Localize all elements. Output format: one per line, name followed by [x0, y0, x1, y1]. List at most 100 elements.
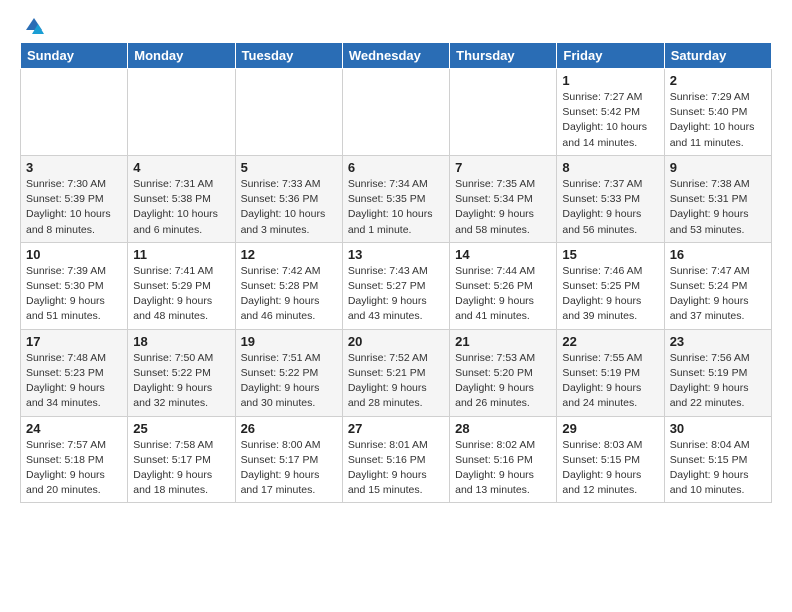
day-info: Sunrise: 7:47 AM Sunset: 5:24 PM Dayligh… [670, 264, 766, 325]
day-info: Sunrise: 7:38 AM Sunset: 5:31 PM Dayligh… [670, 177, 766, 238]
calendar-cell: 15 Sunrise: 7:46 AM Sunset: 5:25 PM Dayli… [557, 242, 664, 329]
calendar-cell [21, 69, 128, 156]
calendar-day-header: Saturday [664, 43, 771, 69]
day-info: Sunrise: 7:29 AM Sunset: 5:40 PM Dayligh… [670, 90, 766, 151]
calendar-cell: 19 Sunrise: 7:51 AM Sunset: 5:22 PM Dayli… [235, 329, 342, 416]
day-info: Sunrise: 7:44 AM Sunset: 5:26 PM Dayligh… [455, 264, 551, 325]
day-info: Sunrise: 7:55 AM Sunset: 5:19 PM Dayligh… [562, 351, 658, 412]
logo-icon [24, 16, 44, 36]
logo [20, 16, 44, 32]
day-number: 28 [455, 421, 551, 436]
day-info: Sunrise: 7:57 AM Sunset: 5:18 PM Dayligh… [26, 438, 122, 499]
calendar-cell: 21 Sunrise: 7:53 AM Sunset: 5:20 PM Dayli… [450, 329, 557, 416]
calendar-cell: 4Sunrise: 7:31 AM Sunset: 5:38 PM Daylig… [128, 155, 235, 242]
day-info: Sunrise: 7:53 AM Sunset: 5:20 PM Dayligh… [455, 351, 551, 412]
calendar-cell [450, 69, 557, 156]
calendar-cell: 29Sunrise: 8:03 AM Sunset: 5:15 PM Dayli… [557, 416, 664, 503]
day-info: Sunrise: 7:51 AM Sunset: 5:22 PM Dayligh… [241, 351, 337, 412]
day-info: Sunrise: 7:27 AM Sunset: 5:42 PM Dayligh… [562, 90, 658, 151]
day-number: 9 [670, 160, 766, 175]
day-info: Sunrise: 8:02 AM Sunset: 5:16 PM Dayligh… [455, 438, 551, 499]
day-info: Sunrise: 7:56 AM Sunset: 5:19 PM Dayligh… [670, 351, 766, 412]
day-info: Sunrise: 8:03 AM Sunset: 5:15 PM Dayligh… [562, 438, 658, 499]
calendar-cell: 30 Sunrise: 8:04 AM Sunset: 5:15 PM Dayli… [664, 416, 771, 503]
calendar-cell [128, 69, 235, 156]
calendar-cell: 27Sunrise: 8:01 AM Sunset: 5:16 PM Dayli… [342, 416, 449, 503]
day-info: Sunrise: 7:58 AM Sunset: 5:17 PM Dayligh… [133, 438, 229, 499]
day-number: 17 [26, 334, 122, 349]
calendar-cell: 7 Sunrise: 7:35 AM Sunset: 5:34 PM Daylig… [450, 155, 557, 242]
calendar-day-header: Thursday [450, 43, 557, 69]
day-number: 11 [133, 247, 229, 262]
day-info: Sunrise: 7:33 AM Sunset: 5:36 PM Dayligh… [241, 177, 337, 238]
day-number: 14 [455, 247, 551, 262]
calendar-cell: 28 Sunrise: 8:02 AM Sunset: 5:16 PM Dayli… [450, 416, 557, 503]
day-info: Sunrise: 8:00 AM Sunset: 5:17 PM Dayligh… [241, 438, 337, 499]
day-number: 24 [26, 421, 122, 436]
calendar-week-row: 24 Sunrise: 7:57 AM Sunset: 5:18 PM Dayli… [21, 416, 772, 503]
day-number: 25 [133, 421, 229, 436]
calendar-cell: 16 Sunrise: 7:47 AM Sunset: 5:24 PM Dayli… [664, 242, 771, 329]
day-info: Sunrise: 8:01 AM Sunset: 5:16 PM Dayligh… [348, 438, 444, 499]
calendar-day-header: Monday [128, 43, 235, 69]
day-number: 7 [455, 160, 551, 175]
day-number: 8 [562, 160, 658, 175]
day-info: Sunrise: 7:46 AM Sunset: 5:25 PM Dayligh… [562, 264, 658, 325]
calendar-week-row: 3Sunrise: 7:30 AM Sunset: 5:39 PM Daylig… [21, 155, 772, 242]
day-info: Sunrise: 7:43 AM Sunset: 5:27 PM Dayligh… [348, 264, 444, 325]
day-info: Sunrise: 8:04 AM Sunset: 5:15 PM Dayligh… [670, 438, 766, 499]
day-number: 18 [133, 334, 229, 349]
calendar-day-header: Tuesday [235, 43, 342, 69]
calendar-cell: 24 Sunrise: 7:57 AM Sunset: 5:18 PM Dayli… [21, 416, 128, 503]
day-number: 22 [562, 334, 658, 349]
day-number: 30 [670, 421, 766, 436]
calendar-day-header: Friday [557, 43, 664, 69]
calendar-cell: 5 Sunrise: 7:33 AM Sunset: 5:36 PM Daylig… [235, 155, 342, 242]
calendar-cell: 9 Sunrise: 7:38 AM Sunset: 5:31 PM Daylig… [664, 155, 771, 242]
day-number: 2 [670, 73, 766, 88]
day-number: 15 [562, 247, 658, 262]
day-number: 21 [455, 334, 551, 349]
calendar-cell: 3Sunrise: 7:30 AM Sunset: 5:39 PM Daylig… [21, 155, 128, 242]
calendar-cell: 26 Sunrise: 8:00 AM Sunset: 5:17 PM Dayli… [235, 416, 342, 503]
page-header [20, 16, 772, 32]
day-number: 10 [26, 247, 122, 262]
day-info: Sunrise: 7:50 AM Sunset: 5:22 PM Dayligh… [133, 351, 229, 412]
day-number: 3 [26, 160, 122, 175]
calendar-cell: 10 Sunrise: 7:39 AM Sunset: 5:30 PM Dayli… [21, 242, 128, 329]
day-info: Sunrise: 7:42 AM Sunset: 5:28 PM Dayligh… [241, 264, 337, 325]
calendar-cell: 25 Sunrise: 7:58 AM Sunset: 5:17 PM Dayli… [128, 416, 235, 503]
calendar-cell [342, 69, 449, 156]
calendar-day-header: Wednesday [342, 43, 449, 69]
calendar-week-row: 1Sunrise: 7:27 AM Sunset: 5:42 PM Daylig… [21, 69, 772, 156]
day-number: 16 [670, 247, 766, 262]
calendar-header-row: SundayMondayTuesdayWednesdayThursdayFrid… [21, 43, 772, 69]
calendar-cell: 14 Sunrise: 7:44 AM Sunset: 5:26 PM Dayli… [450, 242, 557, 329]
calendar-cell: 20 Sunrise: 7:52 AM Sunset: 5:21 PM Dayli… [342, 329, 449, 416]
day-number: 5 [241, 160, 337, 175]
calendar-cell: 17Sunrise: 7:48 AM Sunset: 5:23 PM Dayli… [21, 329, 128, 416]
calendar-table: SundayMondayTuesdayWednesdayThursdayFrid… [20, 42, 772, 503]
day-info: Sunrise: 7:34 AM Sunset: 5:35 PM Dayligh… [348, 177, 444, 238]
day-number: 26 [241, 421, 337, 436]
calendar-cell [235, 69, 342, 156]
day-info: Sunrise: 7:35 AM Sunset: 5:34 PM Dayligh… [455, 177, 551, 238]
day-info: Sunrise: 7:31 AM Sunset: 5:38 PM Dayligh… [133, 177, 229, 238]
calendar-cell: 22 Sunrise: 7:55 AM Sunset: 5:19 PM Dayli… [557, 329, 664, 416]
calendar-cell: 18 Sunrise: 7:50 AM Sunset: 5:22 PM Dayli… [128, 329, 235, 416]
day-number: 19 [241, 334, 337, 349]
calendar-cell: 12Sunrise: 7:42 AM Sunset: 5:28 PM Dayli… [235, 242, 342, 329]
calendar-cell: 11 Sunrise: 7:41 AM Sunset: 5:29 PM Dayli… [128, 242, 235, 329]
day-number: 13 [348, 247, 444, 262]
calendar-cell: 1Sunrise: 7:27 AM Sunset: 5:42 PM Daylig… [557, 69, 664, 156]
day-number: 6 [348, 160, 444, 175]
calendar-cell: 8 Sunrise: 7:37 AM Sunset: 5:33 PM Daylig… [557, 155, 664, 242]
day-number: 23 [670, 334, 766, 349]
day-number: 20 [348, 334, 444, 349]
day-info: Sunrise: 7:52 AM Sunset: 5:21 PM Dayligh… [348, 351, 444, 412]
day-info: Sunrise: 7:39 AM Sunset: 5:30 PM Dayligh… [26, 264, 122, 325]
day-info: Sunrise: 7:41 AM Sunset: 5:29 PM Dayligh… [133, 264, 229, 325]
calendar-cell: 6 Sunrise: 7:34 AM Sunset: 5:35 PM Daylig… [342, 155, 449, 242]
day-info: Sunrise: 7:37 AM Sunset: 5:33 PM Dayligh… [562, 177, 658, 238]
calendar-cell: 2 Sunrise: 7:29 AM Sunset: 5:40 PM Daylig… [664, 69, 771, 156]
